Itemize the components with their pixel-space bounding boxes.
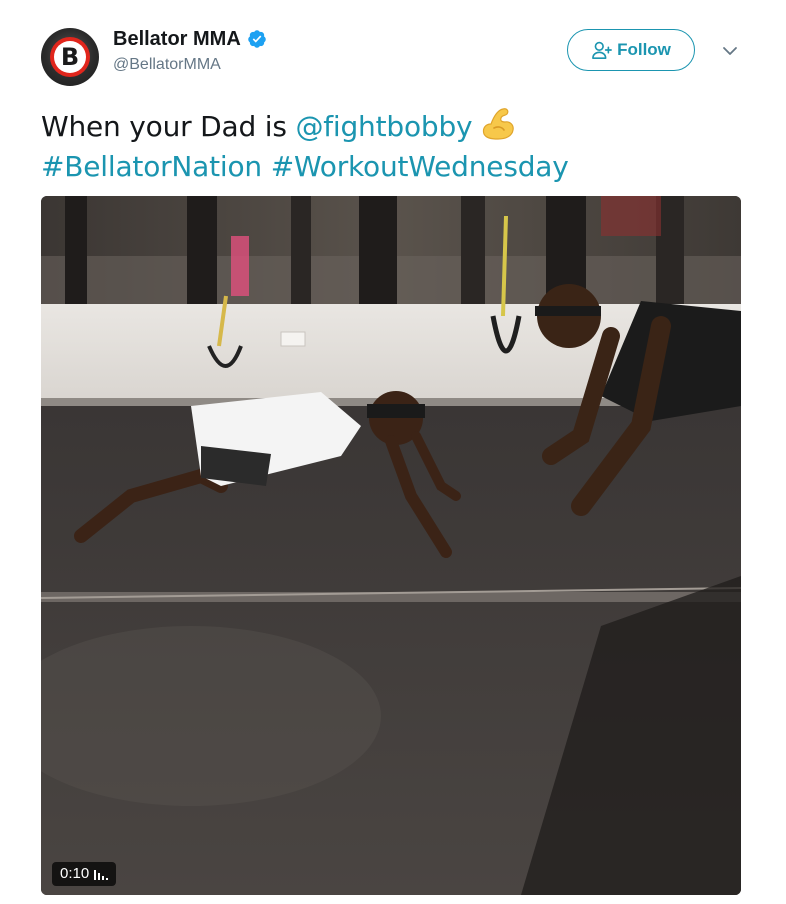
follow-button-label: Follow [617,40,671,59]
tweet-text: When your Dad is @fightbobby #BellatorNa… [41,104,746,187]
account-name-block[interactable]: Bellator MMA @BellatorMMA [113,26,267,76]
tweet-text-prefix: When your Dad is [41,110,296,143]
video-player[interactable]: 0:10 [41,196,741,895]
audio-bars-icon [94,870,109,880]
video-duration: 0:10 [60,865,90,882]
hashtag-workoutwednesday-link[interactable]: #WorkoutWednesday [271,150,569,183]
tweet-header: B Bellator MMA @BellatorMMA Follow [41,22,746,86]
avatar[interactable]: B [41,28,99,86]
verified-badge-icon [248,30,266,48]
flexed-biceps-emoji-icon [483,108,515,140]
video-duration-badge: 0:10 [52,862,117,886]
video-frame [41,196,741,895]
add-user-icon [592,41,612,59]
account-handle[interactable]: @BellatorMMA [113,54,267,76]
display-name[interactable]: Bellator MMA [113,26,241,52]
display-name-row: Bellator MMA [113,26,267,52]
avatar-logo-letter: B [60,43,80,71]
mention-link[interactable]: @fightbobby [295,110,472,143]
chevron-down-icon[interactable] [721,44,739,58]
hashtag-bellatornation-link[interactable]: #BellatorNation [41,150,262,183]
follow-button[interactable]: Follow [567,29,695,71]
